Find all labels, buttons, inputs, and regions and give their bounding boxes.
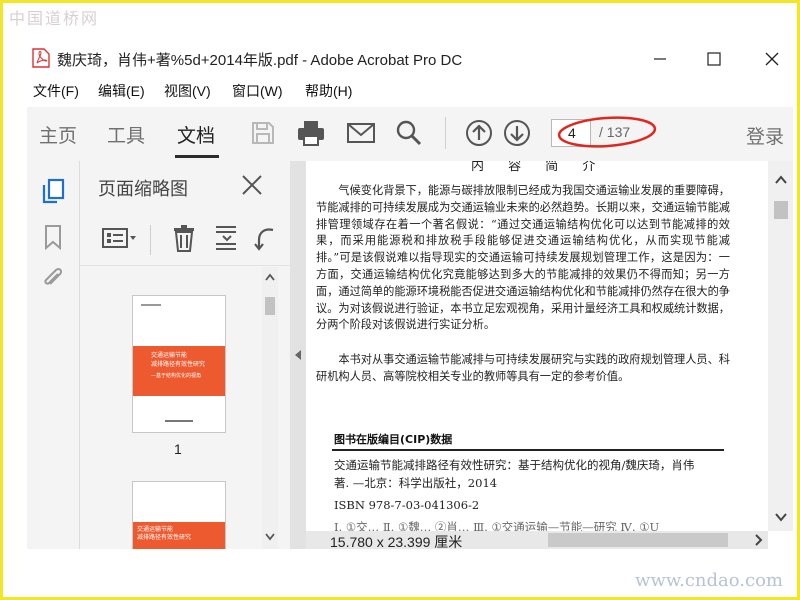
maximize-icon bbox=[707, 52, 721, 66]
next-page-button[interactable] bbox=[501, 117, 533, 149]
thumbnail-title-line: 减排路径有效性研究 bbox=[151, 361, 206, 368]
save-button[interactable] bbox=[247, 117, 279, 149]
thumbnail-author-mark bbox=[141, 304, 161, 306]
thumbnail-subtitle-line: —基于结构优化的视角 bbox=[151, 373, 202, 379]
panel-tool-separator bbox=[150, 225, 151, 255]
collapse-left-icon bbox=[295, 350, 301, 360]
extract-page-button[interactable] bbox=[212, 223, 240, 253]
cip-title: 图书在版编目(CIP)数据 bbox=[334, 433, 453, 446]
close-panel-icon[interactable] bbox=[240, 173, 264, 197]
minimize-icon bbox=[654, 58, 666, 60]
page-thumbnail-2[interactable]: 交通运输节能 减排路径有效性研究 bbox=[132, 481, 226, 549]
scroll-up-icon[interactable] bbox=[775, 175, 787, 184]
previous-page-button[interactable] bbox=[463, 117, 495, 149]
menu-view[interactable]: 视图(V) bbox=[164, 81, 211, 101]
thumbnail-title-line: 减排路径有效性研究 bbox=[137, 534, 192, 541]
cip-line-4: Ⅰ. ①交… Ⅱ. ①魏… ②肖… Ⅲ. ①交通运输—节能—研究 Ⅳ. ①U bbox=[334, 520, 660, 531]
document-scrollbar[interactable] bbox=[768, 161, 793, 531]
document-scroll-thumb[interactable] bbox=[774, 201, 788, 219]
delete-page-button[interactable] bbox=[170, 223, 198, 253]
red-annotation-ellipse bbox=[557, 116, 657, 148]
page-thumbnails-panel: 页面缩略图 交通运输节能 减排路径有效性研究 —基于结构优化的视角 1 交通运输… bbox=[80, 161, 291, 549]
print-icon bbox=[298, 121, 324, 146]
list-options-icon bbox=[102, 228, 136, 248]
minimize-button[interactable] bbox=[637, 43, 683, 75]
pdf-file-icon bbox=[32, 48, 50, 68]
thumbnail-scroll-thumb[interactable] bbox=[265, 297, 275, 315]
screenshot-frame: 中国道桥网 魏庆琦，肖伟+著%5d+2014年版.pdf - Adobe Acr… bbox=[0, 0, 800, 600]
search-button[interactable] bbox=[393, 117, 425, 149]
page-thumbnails-icon bbox=[42, 178, 65, 204]
thumbnail-page-label: 1 bbox=[174, 441, 182, 457]
cip-line-2: 著. —北京：科学出版社，2014 bbox=[334, 476, 498, 490]
page-extract-icon bbox=[216, 226, 236, 250]
menu-file[interactable]: 文件(F) bbox=[33, 81, 79, 101]
status-bar: 15.780 x 23.399 厘米 bbox=[306, 531, 768, 550]
tab-home[interactable]: 主页 bbox=[39, 121, 77, 148]
summary-paragraph-1: 气候变化背景下，能源与碳排放限制已经成为我国交通运输业发展的重要障碍，节能减排的… bbox=[316, 184, 730, 332]
horizontal-scroll-thumb[interactable] bbox=[548, 533, 728, 547]
thumbnail-title-line: 交通运输节能 bbox=[137, 526, 174, 533]
panel-collapse-bar[interactable] bbox=[290, 161, 306, 549]
bookmark-icon bbox=[45, 225, 61, 250]
maximize-button[interactable] bbox=[691, 43, 737, 75]
scroll-down-icon[interactable] bbox=[265, 533, 275, 541]
login-button[interactable]: 登录 bbox=[746, 122, 784, 149]
menu-bar: 文件(F) 编辑(E) 视图(V) 窗口(W) 帮助(H) bbox=[27, 77, 793, 103]
rotate-icon bbox=[254, 228, 274, 251]
search-icon bbox=[396, 120, 422, 146]
bookmarks-button[interactable] bbox=[39, 223, 67, 251]
thumbnail-toolbar bbox=[80, 213, 290, 266]
thumbnail-options-button[interactable] bbox=[100, 223, 140, 253]
panel-title: 页面缩略图 bbox=[98, 179, 188, 200]
title-bar: 魏庆琦，肖伟+著%5d+2014年版.pdf - Adobe Acrobat P… bbox=[27, 43, 793, 75]
content-summary-heading: 内 容 简 介 bbox=[471, 161, 606, 174]
save-icon bbox=[252, 122, 274, 144]
watermark-top: 中国道桥网 bbox=[9, 9, 100, 28]
summary-paragraph-2: 本书对从事交通运输节能减排与可持续发展研究与实践的政府规划管理人员、科研机构人员… bbox=[316, 353, 730, 383]
menu-window[interactable]: 窗口(W) bbox=[232, 81, 283, 101]
tab-document[interactable]: 文档 bbox=[177, 121, 215, 148]
rotate-page-button[interactable] bbox=[252, 223, 280, 253]
paperclip-icon bbox=[44, 267, 63, 285]
cip-line-3: ISBN 978-7-03-041306-2 bbox=[334, 498, 480, 512]
print-button[interactable] bbox=[295, 117, 327, 149]
toolbar-separator bbox=[445, 117, 446, 149]
email-button[interactable] bbox=[345, 117, 377, 149]
scroll-right-icon[interactable] bbox=[754, 534, 763, 546]
main-toolbar: 主页 工具 文档 4 / 137 登录 bbox=[27, 107, 793, 162]
scroll-down-icon[interactable] bbox=[775, 513, 787, 522]
watermark-bottom: www.cndao.com bbox=[635, 570, 783, 591]
scroll-up-icon[interactable] bbox=[265, 273, 275, 281]
page-up-icon bbox=[466, 120, 492, 146]
window-title: 魏庆琦，肖伟+著%5d+2014年版.pdf - Adobe Acrobat P… bbox=[57, 52, 463, 69]
left-navigation-pane bbox=[27, 161, 80, 549]
cip-line-1: 交通运输节能减排路径有效性研究：基于结构优化的视角/魏庆琦，肖伟 bbox=[334, 458, 695, 472]
page-size-readout: 15.780 x 23.399 厘米 bbox=[330, 534, 463, 550]
close-window-button[interactable] bbox=[749, 43, 795, 75]
active-tab-indicator bbox=[175, 155, 219, 158]
thumbnail-publisher-mark bbox=[165, 420, 193, 422]
menu-help[interactable]: 帮助(H) bbox=[305, 81, 352, 101]
thumbnail-title-line: 交通运输节能 bbox=[151, 352, 188, 359]
document-view[interactable]: 内 容 简 介 气候变化背景下，能源与碳排放限制已经成为我国交通运输业发展的重要… bbox=[306, 161, 768, 531]
thumbnail-list: 交通运输节能 减排路径有效性研究 —基于结构优化的视角 1 交通运输节能 减排路… bbox=[80, 267, 262, 549]
email-icon bbox=[347, 123, 375, 143]
page-thumbnails-button[interactable] bbox=[39, 177, 67, 205]
trash-icon bbox=[174, 225, 194, 252]
close-icon bbox=[765, 52, 779, 66]
thumbnail-scrollbar[interactable] bbox=[262, 267, 278, 549]
tab-tools[interactable]: 工具 bbox=[107, 121, 145, 148]
page-thumbnail-1[interactable]: 交通运输节能 减排路径有效性研究 —基于结构优化的视角 bbox=[132, 295, 226, 433]
page-down-icon bbox=[504, 120, 530, 146]
cover-color-band: 交通运输节能 减排路径有效性研究 bbox=[133, 522, 225, 549]
menu-edit[interactable]: 编辑(E) bbox=[98, 81, 145, 101]
attachments-button[interactable] bbox=[39, 265, 67, 293]
cip-divider bbox=[332, 449, 724, 451]
cover-color-band: 交通运输节能 减排路径有效性研究 —基于结构优化的视角 bbox=[133, 346, 225, 396]
